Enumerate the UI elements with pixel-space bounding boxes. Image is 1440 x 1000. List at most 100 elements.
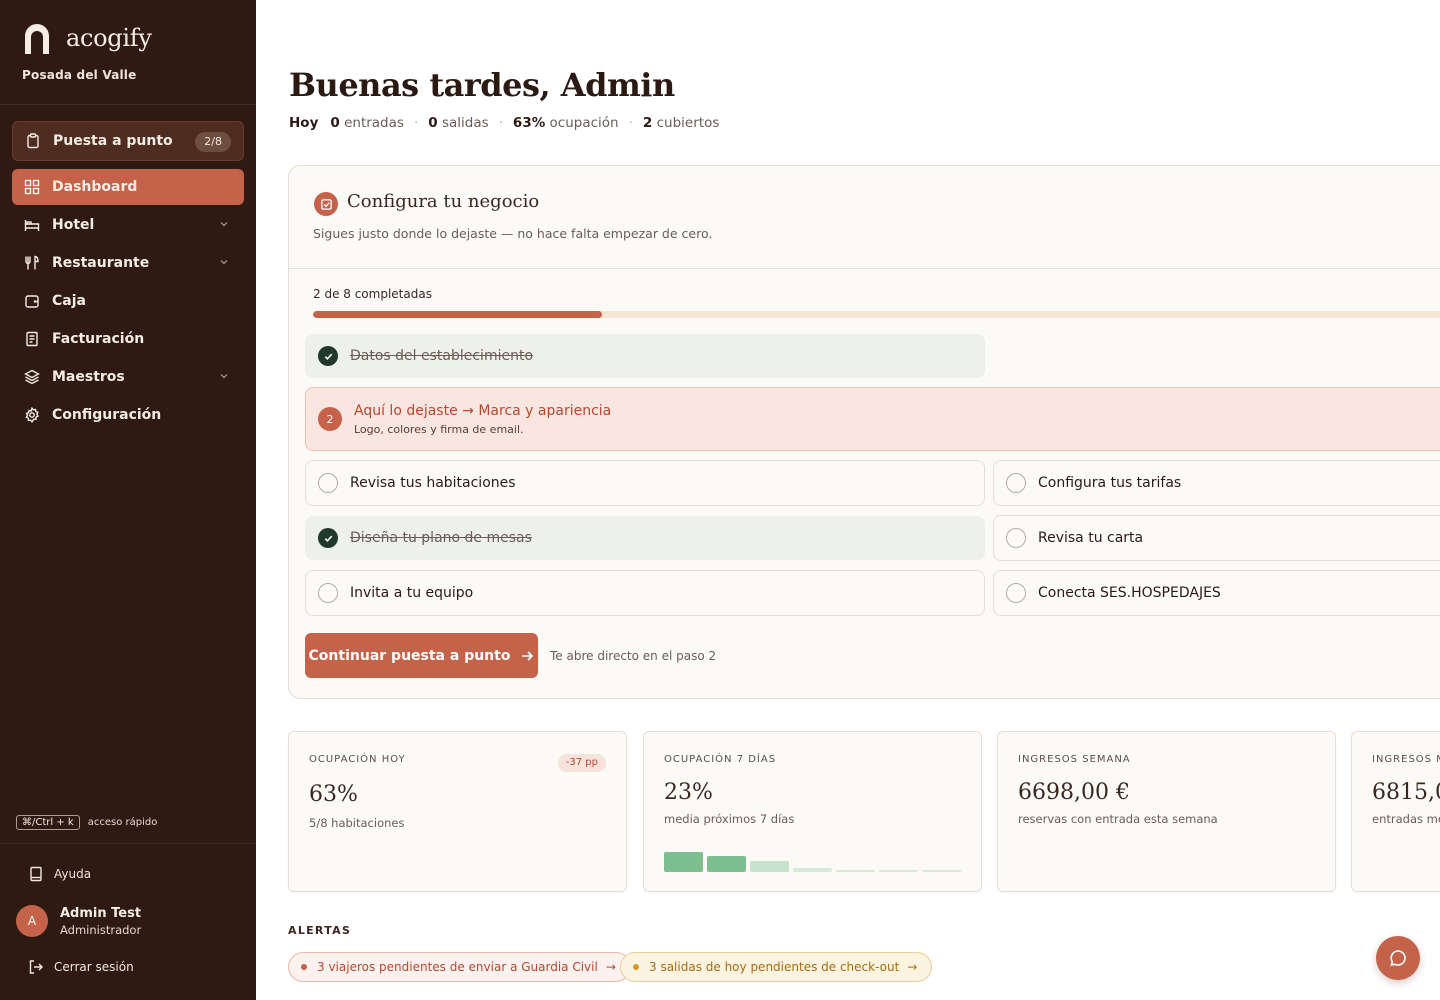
layers-icon: [24, 369, 40, 385]
sidebar-divider: [0, 104, 256, 105]
stat-revenue-week[interactable]: INGRESOS SEMANA 6698,00 € reservas con e…: [997, 731, 1336, 892]
occupancy-sparkbars: [664, 850, 965, 872]
sidebar-item-label: Hotel: [52, 217, 95, 233]
alert-dot-icon: [633, 964, 639, 970]
sidebar-item-label: Puesta a punto: [53, 133, 173, 149]
setup-divider: [289, 268, 1440, 269]
sidebar-item-setup[interactable]: Puesta a punto 2/8: [12, 121, 244, 161]
alert-checkout[interactable]: 3 salidas de hoy pendientes de check-out…: [620, 952, 933, 982]
alert-guardia-civil[interactable]: 3 viajeros pendientes de enviar a Guardi…: [288, 952, 631, 982]
setup-step-team[interactable]: Invita a tu equipo: [305, 570, 985, 616]
stat-kicker: OCUPACIÓN 7 DÍAS: [664, 754, 777, 765]
summary-departures-value: 0: [428, 115, 438, 131]
user-role: Administrador: [60, 922, 142, 937]
setup-step-establishment[interactable]: Datos del establecimiento: [305, 334, 985, 378]
brand-name: acogify: [66, 24, 152, 52]
setup-step-floorplan[interactable]: Diseña tu plano de mesas: [305, 516, 985, 560]
help-label: Ayuda: [54, 867, 92, 881]
logout-label: Cerrar sesión: [54, 960, 134, 974]
arrow-right-icon: [522, 650, 534, 661]
sidebar-item-dashboard[interactable]: Dashboard: [12, 169, 244, 205]
occupancy-bar: [664, 852, 703, 872]
sidebar-item-maestros[interactable]: Maestros: [12, 359, 244, 395]
logout-link[interactable]: Cerrar sesión: [28, 959, 134, 975]
occupancy-bar: [707, 856, 746, 872]
utensils-icon: [24, 255, 40, 271]
summary-occupancy-value: 63%: [512, 115, 546, 131]
sidebar-item-facturacion[interactable]: Facturación: [12, 321, 244, 357]
arrow-right-icon: →: [605, 960, 616, 974]
summary-today: Hoy: [289, 115, 319, 131]
arrow-right-icon: →: [907, 960, 918, 974]
summary-arrivals-label: entradas: [344, 115, 404, 131]
stat-revenue-month[interactable]: INGRESOS M 6815,00 entradas me: [1351, 731, 1440, 892]
summary-arrivals-value: 0: [330, 115, 340, 131]
user-profile[interactable]: A Admin Test Administrador: [16, 905, 141, 937]
sidebar-item-configuracion[interactable]: Configuración: [12, 397, 244, 433]
empty-circle-icon: [318, 473, 338, 493]
sidebar-item-label: Restaurante: [52, 255, 150, 271]
alert-text: 3 viajeros pendientes de enviar a Guardi…: [317, 960, 598, 974]
sidebar-item-restaurante[interactable]: Restaurante: [12, 245, 244, 281]
bed-icon: [24, 217, 40, 233]
progress-bar: [313, 311, 1440, 318]
sidebar-item-label: Configuración: [52, 407, 162, 423]
summary-covers-label: cubiertos: [656, 115, 720, 131]
step-current-detail: Logo, colores y firma de email.: [354, 422, 524, 436]
setup-step-ses[interactable]: Conecta SES.HOSPEDAJES: [993, 570, 1440, 616]
stat-kicker: OCUPACIÓN HOY: [309, 754, 406, 765]
sidebar-item-label: Dashboard: [52, 179, 138, 195]
setup-step-menu[interactable]: Revisa tu carta: [993, 515, 1440, 561]
sidebar-item-label: Caja: [52, 293, 86, 309]
summary-departures-label: salidas: [441, 115, 489, 131]
brand[interactable]: acogify: [22, 22, 152, 54]
setup-title: Configura tu negocio: [347, 191, 540, 212]
stat-occupancy-today[interactable]: OCUPACIÓN HOY -37 pp 63% 5/8 habitacione…: [288, 731, 627, 892]
continue-setup-button[interactable]: Continuar puesta a punto: [305, 633, 538, 678]
help-link[interactable]: Ayuda: [28, 866, 91, 882]
sidebar: acogify Posada del Valle Puesta a punto …: [0, 0, 256, 1000]
shortcut-label: acceso rápido: [87, 817, 158, 828]
cta-note: Te abre directo en el paso 2: [550, 649, 717, 663]
occupancy-bar: [793, 868, 832, 872]
alerts-heading: ALERTAS: [288, 924, 352, 937]
progress-label: 2 de 8 completadas: [313, 287, 432, 301]
occupancy-bar: [750, 861, 789, 872]
today-summary: Hoy 0 entradas · 0 salidas · 63% ocupaci…: [289, 115, 720, 131]
chevron-down-icon: [220, 374, 228, 379]
delta-badge: -37 pp: [557, 754, 606, 772]
chevron-down-icon: [220, 260, 228, 265]
stat-occupancy-7days[interactable]: OCUPACIÓN 7 DÍAS 23% media próximos 7 dí…: [643, 731, 982, 892]
quick-access-hint[interactable]: ⌘/Ctrl + k acceso rápido: [16, 815, 157, 830]
stat-kicker: INGRESOS M: [1372, 754, 1440, 765]
logo-icon: [25, 24, 49, 54]
alert-dot-icon: [301, 964, 307, 970]
occupancy-bar: [922, 870, 961, 872]
empty-circle-icon: [1006, 528, 1026, 548]
page-title: Buenas tardes, Admin: [289, 66, 675, 104]
stat-value: 6698,00 €: [1018, 780, 1130, 805]
chat-button[interactable]: [1376, 936, 1420, 980]
setup-step-rooms[interactable]: Revisa tus habitaciones: [305, 460, 985, 506]
stat-description: 5/8 habitaciones: [309, 816, 405, 830]
step-label: Conecta SES.HOSPEDAJES: [1038, 585, 1221, 601]
step-number: 2: [318, 407, 342, 431]
step-label: Invita a tu equipo: [350, 585, 474, 601]
sidebar-item-hotel[interactable]: Hotel: [12, 207, 244, 243]
step-label: Diseña tu plano de mesas: [350, 530, 532, 546]
dashboard-icon: [24, 179, 40, 195]
empty-circle-icon: [1006, 583, 1026, 603]
chevron-down-icon: [220, 222, 228, 227]
sidebar-divider: [0, 843, 256, 844]
setup-step-brand-current[interactable]: 2 Aquí lo dejaste → Marca y apariencia L…: [305, 387, 1440, 451]
setup-card: Configura tu negocio Sigues justo donde …: [288, 165, 1440, 699]
step-label: Datos del establecimiento: [350, 348, 534, 364]
sidebar-item-caja[interactable]: Caja: [12, 283, 244, 319]
sidebar-item-label: Maestros: [52, 369, 125, 385]
user-name: Admin Test: [60, 905, 142, 921]
setup-subtitle: Sigues justo donde lo dejaste — no hace …: [313, 226, 713, 241]
step-current-title: Aquí lo dejaste → Marca y apariencia: [354, 402, 612, 419]
check-icon: [318, 528, 338, 548]
summary-covers-value: 2: [642, 115, 653, 131]
setup-step-rates[interactable]: Configura tus tarifas: [993, 460, 1440, 506]
